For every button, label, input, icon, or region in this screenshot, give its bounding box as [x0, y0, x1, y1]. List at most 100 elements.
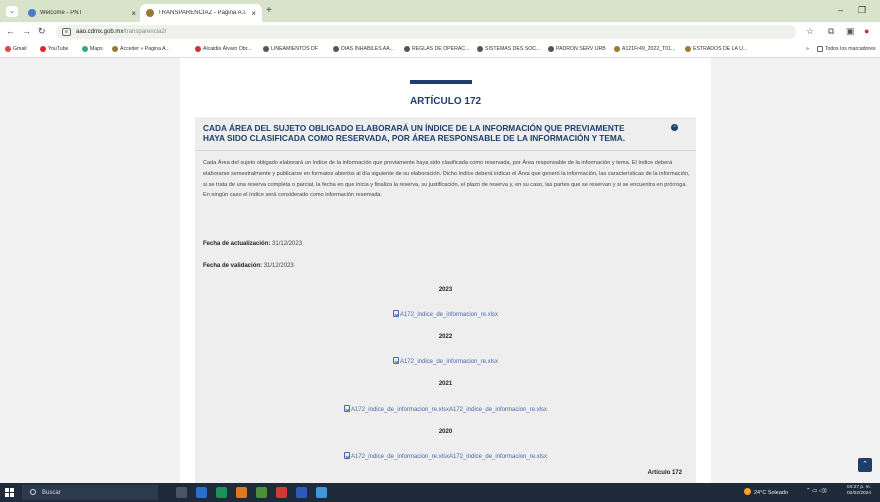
search-icon — [30, 489, 36, 495]
bookmark-label: Alcaldia Álvaro Obr... — [203, 46, 252, 52]
bookmark-label: Acceder » Pagina A... — [120, 46, 170, 52]
download-icon — [392, 310, 399, 317]
more-bookmarks-icon[interactable]: » — [806, 46, 809, 52]
browser-tab-bar: ⌄ Welcome - PNT × TRANSPARENCIAZ - Pagin… — [0, 0, 880, 22]
year-heading: 2023 — [438, 287, 453, 293]
year-heading: 2021 — [438, 381, 453, 387]
tray-icons[interactable]: ⌃ ▭ ◁)) — [806, 488, 827, 494]
file-link[interactable]: A172_indice_de_informacion_re.xlsx — [195, 357, 696, 365]
file-link-text[interactable]: A172_indice_de_informacion_re.xlsx — [400, 312, 498, 318]
bookmark-label: DIAS INHABILES AA... — [341, 46, 395, 52]
address-toolbar: ← → ↻ aao.cdmx.gob.mx/transparencia2/ ≡ … — [0, 22, 880, 42]
site-settings-icon[interactable]: ≡ — [62, 28, 71, 36]
bookmark-label: Gmail — [13, 46, 27, 52]
restore-icon[interactable]: ❐ — [858, 5, 866, 16]
download-icon — [343, 405, 350, 412]
firefox-icon[interactable] — [236, 487, 247, 498]
main-content: ARTÍCULO 172 CADA ÁREA DEL SUJETO OBLIGA… — [180, 58, 711, 483]
address-bar[interactable]: aao.cdmx.gob.mx/transparencia2/ — [56, 25, 796, 39]
collapse-icon[interactable]: − — [671, 124, 678, 131]
article-title: ARTÍCULO 172 — [409, 96, 482, 107]
url-path: /transparencia2/ — [123, 29, 167, 35]
gmail-icon — [5, 46, 11, 52]
store-icon[interactable] — [216, 487, 227, 498]
bookmark-label: SISTEMAS DES SOC... — [485, 46, 541, 52]
bookmark-alcaldia[interactable]: Alcaldia Álvaro Obr... — [195, 46, 251, 52]
bookmark-label: LINEAMIENTOS DF — [271, 46, 318, 52]
bookmark-star-icon[interactable]: ☆ — [806, 26, 814, 37]
tab-welcome-pnt[interactable]: Welcome - PNT × — [22, 4, 142, 22]
accordion-header[interactable]: CADA ÁREA DEL SUJETO OBLIGADO ELABORARÁ … — [195, 117, 696, 151]
bookmark-label: PADRON SERV URB — [556, 46, 606, 52]
globe-icon — [477, 46, 483, 52]
tab-search-icon[interactable]: ⌄ — [6, 6, 18, 17]
globe-icon — [333, 46, 339, 52]
bookmark-padron[interactable]: PADRON SERV URB — [548, 46, 606, 52]
bookmark-maps[interactable]: Maps — [82, 46, 103, 52]
file-link[interactable]: A172_indice_de_informacion_re.xlsxA172_i… — [195, 452, 696, 460]
globe-icon — [548, 46, 554, 52]
tab-label: Welcome - PNT — [40, 10, 83, 16]
site-icon — [112, 46, 118, 52]
clock[interactable]: 04:27 p. m. 02/02/2024 — [841, 485, 871, 497]
file-link[interactable]: A172_indice_de_informacion_re.xlsx — [195, 310, 696, 318]
word-icon[interactable] — [296, 487, 307, 498]
close-tab-icon[interactable]: × — [251, 9, 256, 18]
taskbar-search-input[interactable]: Buscar — [22, 485, 158, 500]
all-bookmarks[interactable]: » Todos los marcadores — [806, 46, 876, 52]
scroll-to-top-button[interactable]: ⌃ — [858, 458, 872, 472]
extensions-icon[interactable]: ⧉ — [828, 26, 834, 37]
globe-icon — [263, 46, 269, 52]
globe-icon — [404, 46, 410, 52]
tab-label: TRANSPARENCIAZ - Pagina A.I. — [158, 10, 247, 16]
file-explorer-icon[interactable] — [196, 487, 207, 498]
bookmark-a121[interactable]: A121Fr49_2022_T01... — [614, 46, 675, 52]
sun-icon — [744, 488, 751, 495]
bookmark-label: ESTRADOS DE LA U... — [693, 46, 748, 52]
validation-date: Fecha de validación: 31/12/2023 — [203, 263, 294, 269]
file-link-text[interactable]: A172_indice_de_informacion_re.xlsxA172_i… — [351, 454, 547, 460]
windows-taskbar: Buscar 24°C Soleado ⌃ ▭ ◁)) 04:27 p. m. … — [0, 483, 880, 502]
forward-icon[interactable]: → — [22, 26, 31, 36]
clock-date: 02/02/2024 — [846, 491, 871, 496]
page-viewport[interactable]: ARTÍCULO 172 CADA ÁREA DEL SUJETO OBLIGA… — [0, 58, 880, 483]
update-value: 31/12/2023 — [272, 241, 303, 247]
weather-widget[interactable]: 24°C Soleado — [744, 488, 788, 496]
file-link-text[interactable]: A172_indice_de_informacion_re.xlsxA172_i… — [351, 407, 547, 413]
update-label: Fecha de actualización: — [203, 241, 271, 247]
bookmark-acceder[interactable]: Acceder » Pagina A... — [112, 46, 170, 52]
minimize-icon[interactable]: – — [838, 5, 843, 15]
bookmark-lineamientos[interactable]: LINEAMIENTOS DF — [263, 46, 318, 52]
update-date: Fecha de actualización: 31/12/2023 — [203, 241, 302, 247]
acrobat-icon[interactable] — [276, 487, 287, 498]
tab-favicon-icon — [146, 9, 154, 17]
tab-favicon-icon — [28, 9, 36, 17]
task-view-icon[interactable] — [176, 487, 187, 498]
windows-start-icon[interactable] — [5, 488, 14, 497]
panel-heading: CADA ÁREA DEL SUJETO OBLIGADO ELABORARÁ … — [203, 123, 626, 143]
download-icon — [343, 452, 350, 459]
sidebar-icon[interactable]: ▣ — [846, 26, 855, 37]
app-icon[interactable] — [316, 487, 327, 498]
file-link[interactable]: A172_indice_de_informacion_re.xlsxA172_i… — [195, 405, 696, 413]
year-heading: 2020 — [438, 429, 453, 435]
file-link-text[interactable]: A172_indice_de_informacion_re.xlsx — [400, 359, 498, 365]
site-icon — [685, 46, 691, 52]
bookmark-label: Todos los marcadores — [824, 46, 876, 52]
tab-transparencia[interactable]: TRANSPARENCIAZ - Pagina A.I. × — [140, 4, 262, 22]
reload-icon[interactable]: ↻ — [38, 26, 46, 37]
close-tab-icon[interactable]: × — [131, 9, 136, 18]
bookmarks-bar: Gmail YouTube Maps Acceder » Pagina A...… — [0, 42, 880, 58]
bookmark-dias-inhabiles[interactable]: DIAS INHABILES AA... — [333, 46, 394, 52]
chrome-icon[interactable] — [256, 487, 267, 498]
bookmark-estrados[interactable]: ESTRADOS DE LA U... — [685, 46, 747, 52]
profile-avatar-icon[interactable]: ● — [864, 26, 869, 36]
bookmark-reglas[interactable]: REGLAS DE OPERAC... — [404, 46, 469, 52]
bookmark-youtube[interactable]: YouTube — [40, 46, 68, 52]
back-icon[interactable]: ← — [6, 26, 15, 36]
maps-icon — [82, 46, 88, 52]
new-tab-button[interactable]: + — [266, 5, 272, 16]
accordion-panel: CADA ÁREA DEL SUJETO OBLIGADO ELABORARÁ … — [195, 117, 696, 483]
bookmark-gmail[interactable]: Gmail — [5, 46, 27, 52]
bookmark-sistemas[interactable]: SISTEMAS DES SOC... — [477, 46, 540, 52]
